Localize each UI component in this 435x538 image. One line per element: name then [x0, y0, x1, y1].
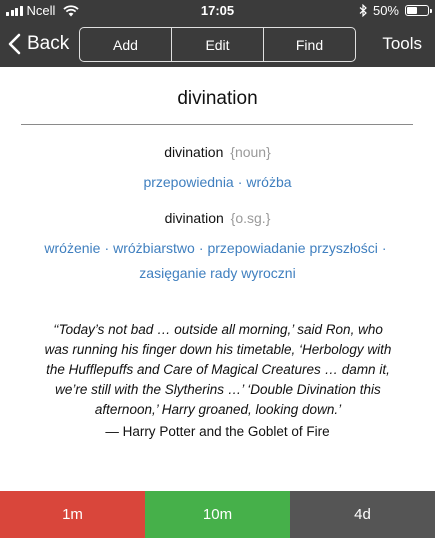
example-quote: ‘‘Today’s not bad … outside all morning,… — [18, 320, 418, 420]
nav-bar: Back Add Edit Find Tools — [0, 22, 435, 67]
translation-line: wróżenie · wróżbiarstwo · przepowiadanie prz… — [0, 236, 435, 261]
entry-term-1: divination {noun} — [0, 144, 435, 160]
quote-line: we’re still with the Slytherins …’ ‘Doub… — [55, 382, 381, 397]
interval-1m-button[interactable]: 1m — [0, 491, 145, 538]
separator: · — [381, 240, 387, 256]
segmented-control: Add Edit Find — [79, 27, 356, 62]
translation-link[interactable]: wróżba — [246, 174, 291, 190]
entry-term-2: divination {o.sg.} — [0, 210, 435, 226]
battery-percent: 50% — [372, 3, 399, 18]
translation-line: zasięganie rady wyroczni — [0, 261, 435, 286]
entry-term-word: divination — [164, 144, 224, 160]
status-right: 50% — [359, 3, 432, 18]
translation-link[interactable]: zasięganie rady wyroczni — [139, 265, 295, 281]
translation-list-1: przepowiednia · wróżba — [0, 170, 435, 195]
quote-line: was running his finger down his timetabl… — [44, 342, 392, 357]
chevron-left-icon — [8, 33, 21, 55]
interval-4d-button[interactable]: 4d — [290, 491, 435, 538]
tools-button[interactable]: Tools — [382, 34, 422, 54]
headword-title: divination — [177, 88, 258, 109]
status-bar: Ncell 17:05 50% — [0, 0, 435, 22]
separator: · — [198, 240, 204, 256]
separator: · — [104, 240, 110, 256]
quote-line: ‘‘Today’s not bad … outside all morning,… — [53, 322, 383, 337]
battery-icon — [405, 5, 432, 16]
quote-line: afternoon,’ Harry groaned, looking down.… — [94, 402, 342, 417]
translation-list-2: wróżenie · wróżbiarstwo · przepowiadanie prz… — [0, 236, 435, 286]
translation-link[interactable]: wróżenie — [44, 240, 100, 256]
review-interval-bar: 1m 10m 4d — [0, 491, 435, 538]
battery-fill — [407, 7, 417, 14]
quote-source: — Harry Potter and the Goblet of Fire — [105, 424, 330, 439]
separator: · — [237, 174, 243, 190]
back-label: Back — [27, 33, 70, 54]
interval-10m-button[interactable]: 10m — [145, 491, 290, 538]
translation-link[interactable]: przepowiednia — [143, 174, 233, 190]
entry-term-word: divination — [164, 210, 224, 226]
edit-segment[interactable]: Edit — [171, 28, 263, 61]
bluetooth-icon — [359, 4, 367, 17]
find-segment[interactable]: Find — [263, 28, 355, 61]
divider — [21, 124, 413, 125]
back-button[interactable]: Back — [8, 28, 69, 60]
translation-link[interactable]: przepowiadanie przyszłości — [207, 240, 377, 256]
quote-line: the Hufflepuffs and Care of Magical Crea… — [46, 362, 390, 377]
add-segment[interactable]: Add — [80, 28, 171, 61]
translation-link[interactable]: wróżbiarstwo — [113, 240, 195, 256]
entry-pos: {o.sg.} — [230, 210, 271, 226]
entry-pos: {noun} — [230, 144, 271, 160]
